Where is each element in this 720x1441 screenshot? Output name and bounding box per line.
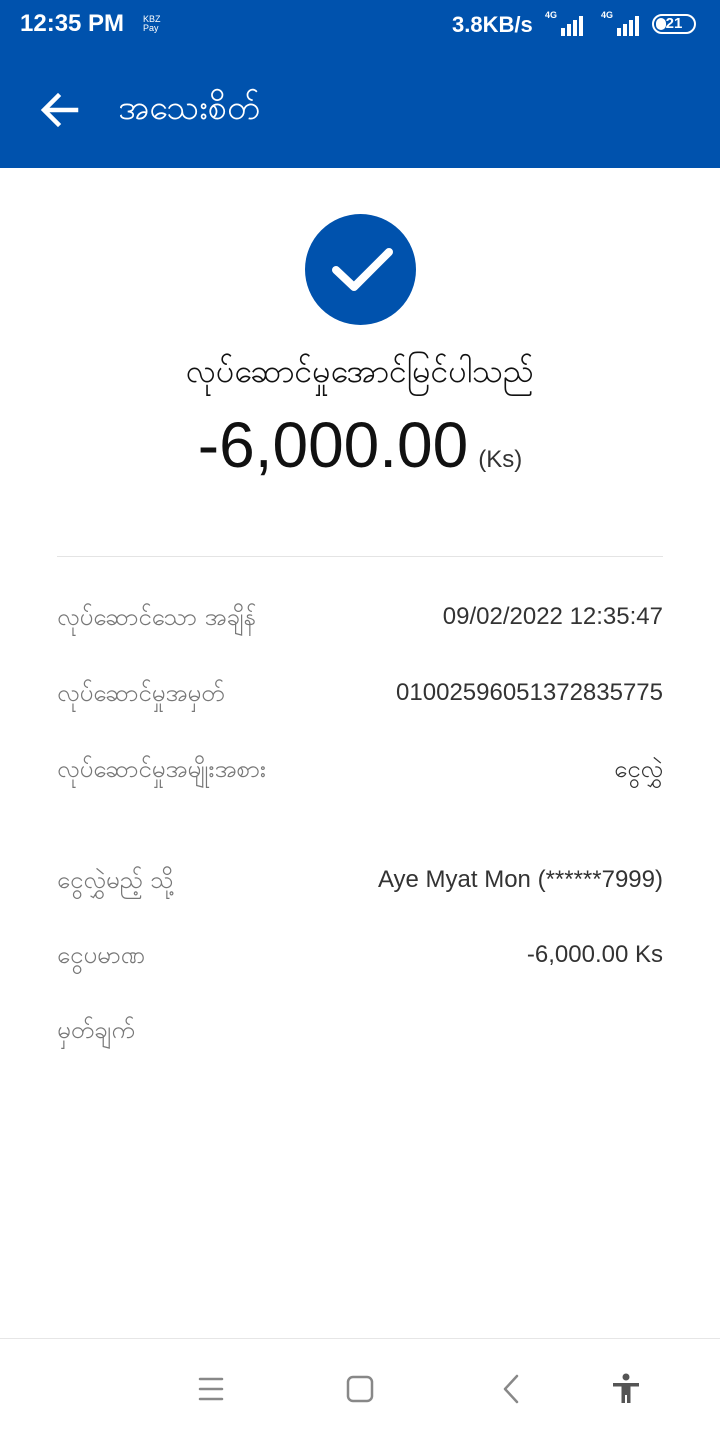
amount-display: -6,000.00 (Ks)	[0, 408, 720, 482]
battery-level: 21	[665, 15, 683, 32]
back-button[interactable]	[36, 86, 84, 134]
back-chevron-icon	[503, 1374, 519, 1404]
sim1-network-tag: 4G	[545, 10, 558, 20]
back-nav-button[interactable]	[492, 1369, 532, 1409]
amount-currency: (Ks)	[478, 446, 523, 473]
home-square-icon	[346, 1375, 374, 1403]
check-circle-icon	[305, 214, 416, 325]
detail-value: -6,000.00 Ks	[526, 941, 663, 968]
status-text: လုပ်ဆောင်မှုအောင်မြင်ပါသည်	[186, 352, 534, 390]
detail-label: မှတ်ချက်	[57, 1016, 135, 1044]
signal-sim2-icon: 4G	[601, 10, 641, 38]
app-badge-line2: Pay	[143, 23, 159, 33]
app-bar: အသေးစိတ်	[0, 52, 720, 168]
amount-value: -6,000.00	[197, 409, 469, 481]
detail-label: ငွေပမာဏ	[57, 941, 145, 969]
sim2-network-tag: 4G	[601, 10, 614, 20]
signal-sim1-icon: 4G	[545, 10, 585, 38]
detail-value: ငွေလွှဲ	[614, 755, 663, 783]
accessibility-button[interactable]	[606, 1369, 646, 1409]
detail-label: လုပ်ဆောင်မှုအမျိုးအစား	[57, 755, 266, 783]
status-time: 12:35 PM	[20, 10, 125, 37]
menu-icon	[198, 1377, 224, 1401]
system-nav-bar	[0, 1338, 720, 1441]
network-speed: 3.8KB/s	[452, 12, 533, 37]
arrow-left-icon	[40, 92, 79, 128]
kbzpay-notification-icon: KBZ Pay	[143, 15, 161, 33]
menu-button[interactable]	[191, 1369, 231, 1409]
battery-icon: 21	[652, 14, 696, 34]
detail-label: ငွေလွှဲမည့် သို့	[57, 866, 174, 894]
detail-value: Aye Myat Mon (******7999)	[377, 866, 663, 893]
detail-label: လုပ်ဆောင်သော အချိန်	[57, 603, 257, 631]
detail-label: လုပ်ဆောင်မှုအမှတ်	[57, 679, 225, 707]
page-title: အသေးစိတ်	[118, 88, 261, 128]
home-button[interactable]	[340, 1369, 380, 1409]
accessibility-icon	[613, 1373, 639, 1403]
detail-value: 01002596051372835775	[396, 679, 663, 706]
status-bar: 12:35 PM KBZ Pay 3.8KB/s 4G 4G 21	[0, 0, 720, 52]
detail-value: 09/02/2022 12:35:47	[442, 603, 663, 630]
divider	[57, 556, 663, 557]
